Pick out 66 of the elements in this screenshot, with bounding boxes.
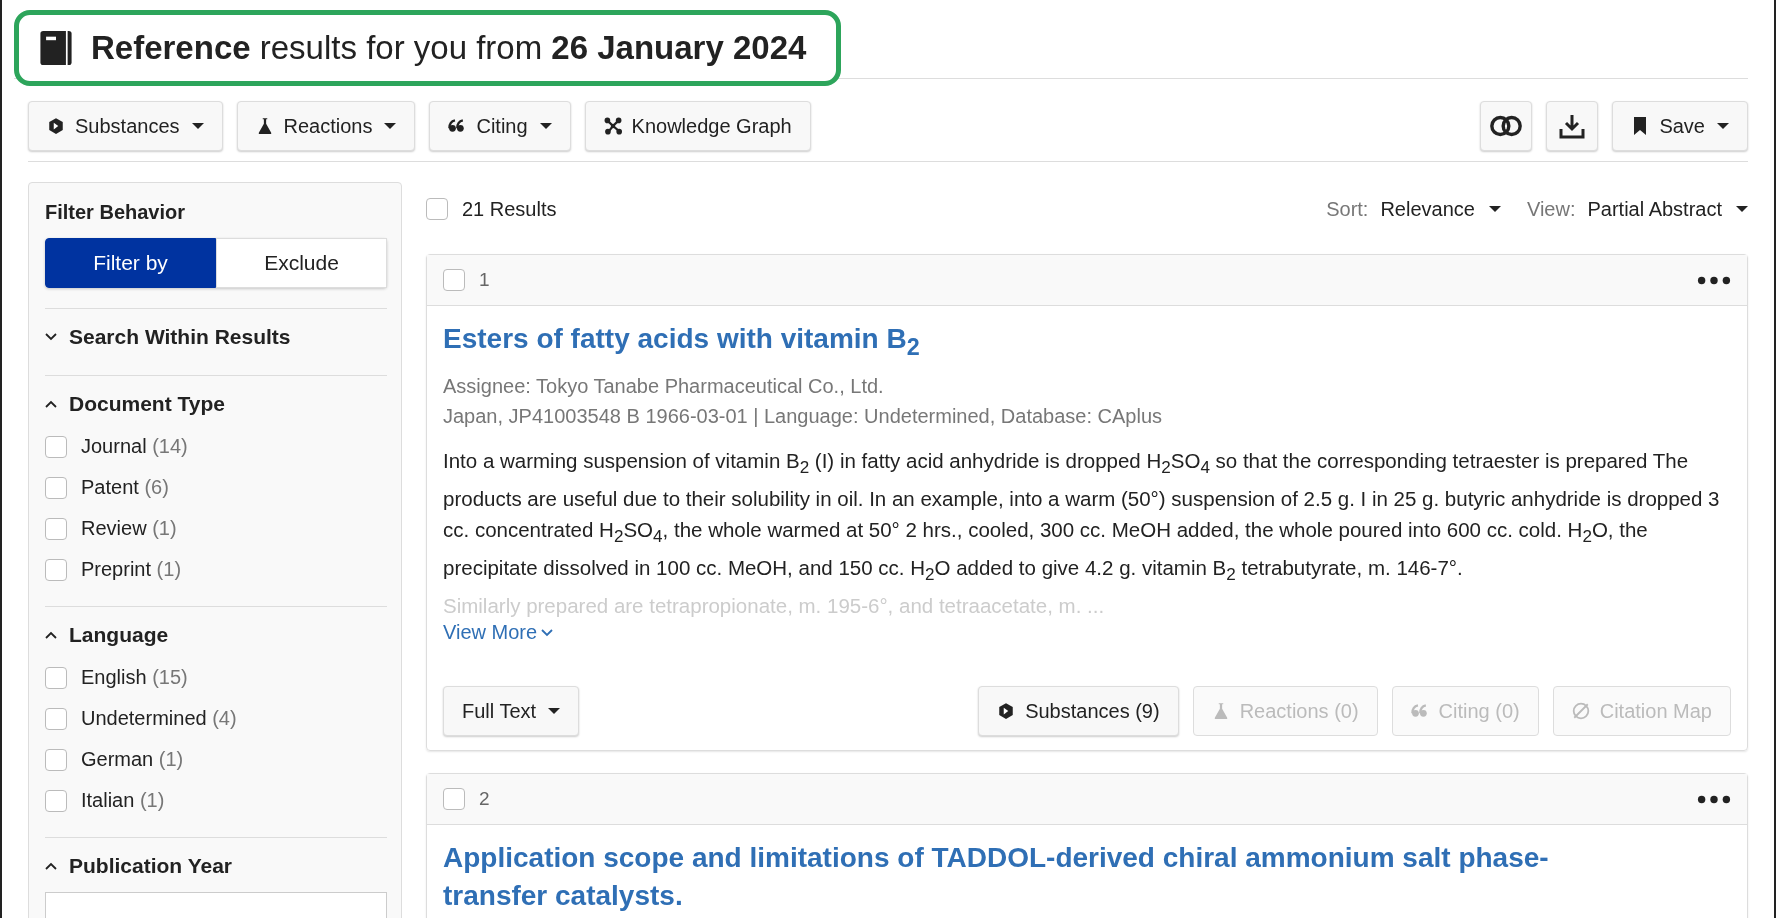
full-text-button[interactable]: Full Text [443, 686, 580, 737]
chevron-up-icon [45, 862, 57, 870]
select-all-checkbox[interactable] [426, 198, 448, 220]
caret-icon [1717, 123, 1729, 129]
overlapping-rings-icon [1489, 113, 1524, 139]
filter-option[interactable]: Preprint (1) [81, 558, 182, 581]
view-label: View: [1526, 197, 1576, 221]
filter-section-header[interactable]: Publication Year [45, 854, 232, 878]
filter-mode-toggle[interactable]: Filter by [45, 238, 216, 288]
result-meta: Japan, JP41003548 B 1966-03-01 | Language: Undetermined, Database: CAplus [443, 404, 1164, 430]
result-number: 2 [479, 788, 490, 811]
filter-option[interactable]: Review (1) [81, 517, 177, 540]
abstract-text: Into a warming suspension of vitamin B$_{2}$ (I) in fatty acid anhydride is dropped H$_{2}$SO$_{4}$ so that the corresponding tetraester is prepared The products are useful due to their solubility in oil. In an example, into a warm (50°) suspension of 2.5 g. I in 25 g. butyric anhydride is dropped 3 cc. concentrated H$_{2}$SO$_{4}$, the whole warmed at 50° 2 hrs., cooled, 300 cc. MeOH added, the whole poured into 600 cc. cold. H$_{2}$O, the precipitate dissolved in 100 cc. MeOH, and 150 cc. H$_{2}$O added to give 4.2 g. vitamin B$_{2}$ tetrabutyrate, m. 146-7°. [443, 448, 1721, 587]
result-title-link[interactable]: Application scope and limitations of TADDOL-derived chiral ammonium salt phase-transfer catalysts. [443, 839, 1731, 915]
filter-section-header[interactable]: Search Within Results [45, 325, 291, 349]
graph-icon [603, 117, 622, 135]
checkbox[interactable] [45, 666, 67, 689]
more-options-icon[interactable] [1697, 794, 1731, 804]
view-dropdown[interactable]: Partial Abstract [1587, 197, 1748, 221]
filter-mode-toggle[interactable]: Exclude [216, 238, 387, 288]
reactions-button[interactable]: Reactions [236, 101, 416, 151]
filter-option[interactable]: German (1) [81, 748, 184, 771]
chevron-up-icon [45, 631, 57, 639]
filter-option[interactable]: Journal (14) [81, 435, 188, 458]
checkbox[interactable] [45, 476, 67, 499]
hexagon-icon [47, 117, 65, 135]
checkbox[interactable] [45, 707, 67, 730]
checkbox[interactable] [45, 789, 67, 812]
substances-button[interactable]: Substances [28, 101, 223, 151]
chevron-down-icon [541, 628, 554, 637]
result-checkbox[interactable] [443, 269, 465, 291]
result-meta: Assignee: Tokyo Tanabe Pharmaceutical Co., Ltd. [443, 374, 885, 400]
checkbox[interactable] [45, 435, 67, 458]
download-button[interactable] [1546, 101, 1599, 151]
sort-dropdown[interactable]: Relevance [1380, 197, 1501, 221]
result-checkbox[interactable] [443, 788, 465, 811]
filter-section-header[interactable]: Document Type [45, 392, 225, 416]
hexagon-icon [997, 702, 1016, 721]
page-title: Reference results for you from 26 January 2024 [14, 10, 842, 86]
knowledge-graph-button[interactable]: Knowledge Graph [584, 101, 811, 151]
chevron-up-icon [45, 400, 57, 408]
sort-label: Sort: [1326, 197, 1369, 221]
filter-behavior-heading: Filter Behavior [45, 201, 187, 224]
chevron-down-icon [45, 333, 57, 341]
view-more-link[interactable]: View More [443, 621, 554, 645]
compare-button[interactable] [1480, 101, 1533, 151]
caret-icon [548, 708, 561, 715]
quote-icon [448, 117, 467, 135]
filter-section-header[interactable]: Language [45, 623, 169, 647]
book-icon [39, 29, 73, 67]
crossed-circle-icon [1571, 702, 1590, 721]
checkbox[interactable] [45, 558, 67, 581]
checkbox[interactable] [45, 748, 67, 771]
more-options-icon[interactable] [1697, 275, 1731, 285]
results-count: 21 Results [462, 197, 557, 221]
result-title-link[interactable]: Esters of fatty acids with vitamin B$_{2}$ [443, 320, 1731, 364]
result-number: 1 [479, 269, 490, 291]
filter-option[interactable]: English (15) [81, 666, 188, 689]
year-field[interactable] [45, 892, 387, 918]
filter-option[interactable]: Patent (6) [81, 476, 169, 499]
filter-option[interactable]: Italian (1) [81, 789, 165, 812]
citing-button[interactable]: Citing [429, 101, 571, 151]
checkbox[interactable] [45, 517, 67, 540]
filter-option[interactable]: Undetermined (4) [81, 707, 237, 730]
save-button[interactable]: Save [1612, 101, 1748, 151]
substances-button[interactable]: Substances (9) [978, 686, 1179, 737]
